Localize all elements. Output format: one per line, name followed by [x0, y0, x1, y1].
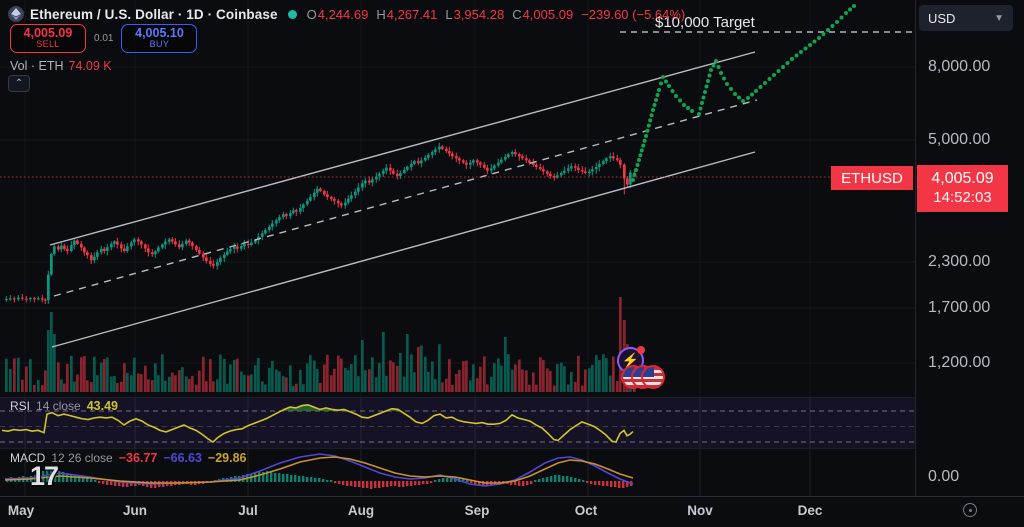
symbol-header: Ethereum / U.S. Dollar · 1D · Coinbase O… — [8, 5, 685, 23]
last-price: 4,005.09 — [931, 169, 993, 189]
price-axis-label: 1,200.00 — [928, 354, 990, 372]
rsi-value: 43.49 — [87, 399, 118, 413]
usa-flag-stickers[interactable] — [621, 365, 665, 389]
macd-hist-value: −36.77 — [119, 451, 158, 465]
market-status-dot — [288, 10, 297, 19]
month-label-jul[interactable]: Jul — [238, 503, 258, 518]
buy-button[interactable]: 4,005.10 BUY — [121, 24, 197, 53]
rsi-title[interactable]: RSI — [10, 399, 30, 413]
trade-buttons: 4,005.09 SELL 0.01 4,005.10 BUY — [10, 24, 197, 53]
spread-value: 0.01 — [92, 33, 115, 44]
symbol-title[interactable]: Ethereum / U.S. Dollar · 1D · Coinbase — [30, 7, 278, 22]
month-label-may[interactable]: May — [8, 503, 34, 518]
open-value: 4,244.69 — [318, 7, 369, 22]
month-label-dec[interactable]: Dec — [798, 503, 823, 518]
change-value: −239.60 (−5.64%) — [581, 7, 685, 22]
tradingview-logo: 17 — [30, 461, 58, 492]
price-axis-label: 5,000.00 — [928, 131, 990, 149]
month-label-aug[interactable]: Aug — [348, 503, 374, 518]
usa-flag-icon — [641, 365, 665, 389]
collapse-panel-button[interactable]: ⌃ — [8, 75, 30, 92]
chevron-down-icon: ▼ — [994, 13, 1004, 24]
volume-value: 74.09 K — [69, 59, 112, 73]
volume-indicator-row: Vol · ETH 74.09 K — [10, 59, 112, 73]
price-axis-label: 2,300.00 — [928, 253, 990, 271]
clock-icon[interactable] — [963, 503, 977, 517]
macd-line-value: −66.63 — [163, 451, 202, 465]
trading-chart-app: RSI 14 close 43.49 MACD 12 26 close −36.… — [0, 0, 1024, 527]
price-axis-label: 0.00 — [928, 468, 959, 486]
macd-params: 12 26 close — [51, 451, 112, 465]
month-label-oct[interactable]: Oct — [575, 503, 598, 518]
sell-button[interactable]: 4,005.09 SELL — [10, 24, 86, 53]
macd-signal-value: −29.86 — [208, 451, 247, 465]
rsi-params: 14 close — [36, 399, 81, 413]
rsi-plot — [0, 398, 915, 448]
currency-value: USD — [928, 11, 955, 26]
time-axis[interactable]: May Jun Jul Aug Sep Oct Nov Dec — [0, 496, 1024, 527]
rsi-label-row: RSI 14 close 43.49 — [10, 399, 118, 413]
volume-label[interactable]: Vol · ETH — [10, 59, 64, 73]
last-price-badge: 4,005.09 14:52:03 — [917, 165, 1008, 212]
main-chart-pane[interactable] — [0, 0, 915, 396]
currency-dropdown[interactable]: USD ▼ — [919, 5, 1013, 31]
ohlc-values: O4,244.69 H4,267.41 L3,954.28 C4,005.09 … — [307, 7, 686, 22]
bar-countdown: 14:52:03 — [933, 189, 991, 208]
price-axis[interactable]: 8,000.00 5,000.00 2,300.00 1,700.00 1,200.00… — [915, 0, 1024, 496]
month-label-nov[interactable]: Nov — [687, 503, 713, 518]
price-axis-label: 8,000.00 — [928, 58, 990, 76]
rsi-pane[interactable] — [0, 397, 915, 447]
low-value: 3,954.28 — [454, 7, 505, 22]
notification-dot — [637, 346, 645, 354]
ethereum-icon — [8, 6, 24, 22]
month-label-sep[interactable]: Sep — [465, 503, 490, 518]
high-value: 4,267.41 — [387, 7, 438, 22]
month-label-jun[interactable]: Jun — [123, 503, 147, 518]
symbol-price-tag: ETHUSD — [831, 166, 913, 190]
price-axis-label: 1,700.00 — [928, 299, 990, 317]
close-value: 4,005.09 — [523, 7, 574, 22]
